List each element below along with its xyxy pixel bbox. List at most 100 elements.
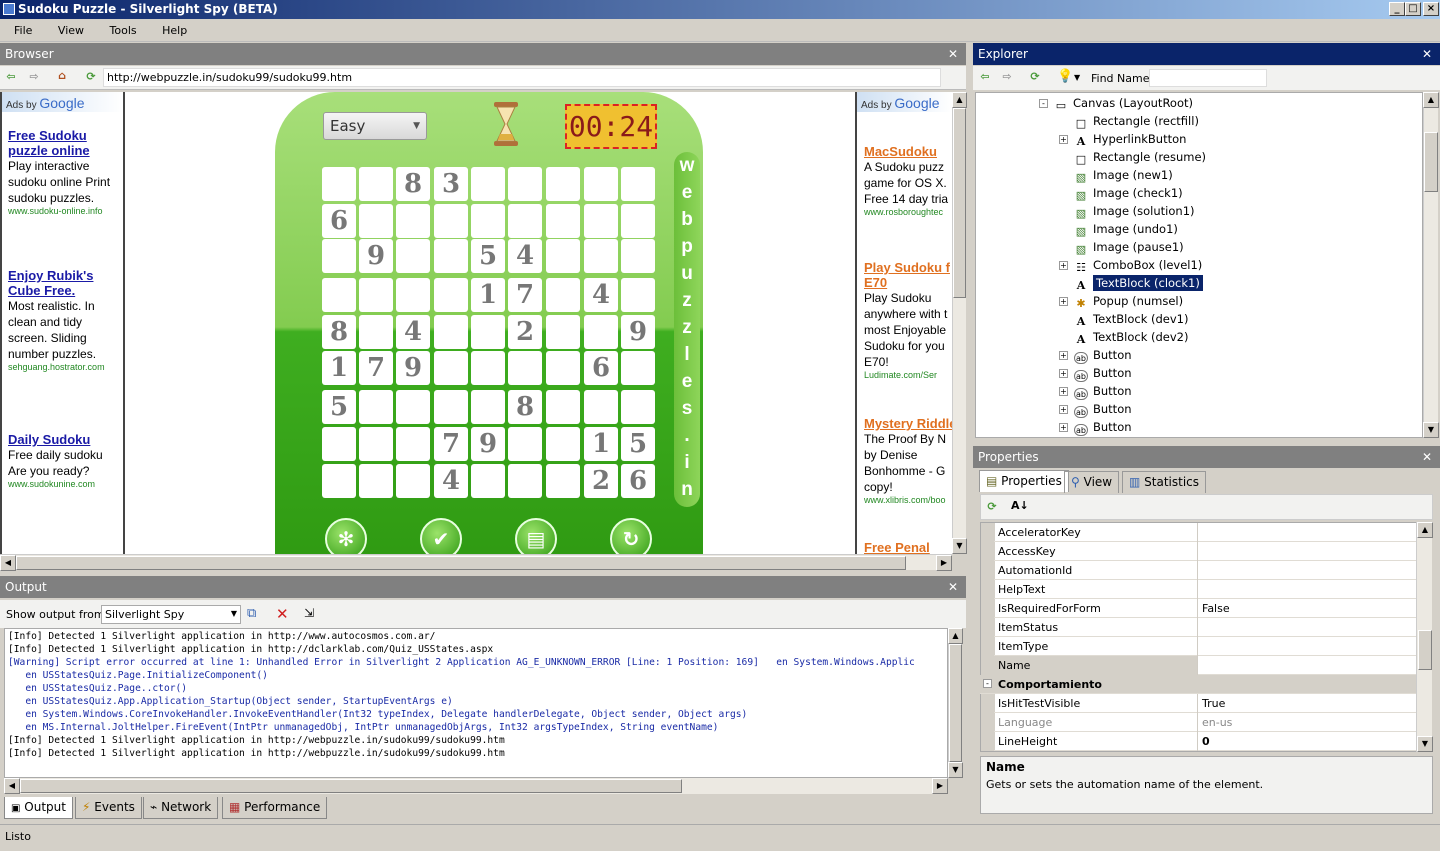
scroll-thumb[interactable] <box>953 108 966 298</box>
sudoku-cell[interactable] <box>322 239 356 273</box>
output-vertical-scrollbar[interactable]: ▲ ▼ <box>948 628 963 778</box>
output-source-select[interactable]: Silverlight Spy ▼ <box>101 605 241 624</box>
expand-icon[interactable]: + <box>1059 405 1068 414</box>
close-icon[interactable]: ✕ <box>948 43 958 65</box>
sudoku-cell[interactable] <box>359 278 393 312</box>
scroll-down-icon[interactable]: ▼ <box>1417 736 1433 752</box>
refresh-icon[interactable]: ⟳ <box>83 70 99 83</box>
properties-vertical-scrollbar[interactable]: ▲ ▼ <box>1416 522 1433 752</box>
property-row[interactable]: LineHeight 0 <box>994 732 1416 751</box>
tree-item[interactable]: □ Rectangle (rectfill) <box>1074 112 1199 130</box>
sudoku-cell[interactable] <box>621 390 655 424</box>
menu-help[interactable]: Help <box>154 20 195 37</box>
scroll-left-icon[interactable]: ◀ <box>4 778 20 794</box>
scroll-down-icon[interactable]: ▼ <box>948 762 963 778</box>
sudoku-cell[interactable]: 4 <box>434 464 468 498</box>
scroll-up-icon[interactable]: ▲ <box>1417 522 1433 538</box>
tree-item[interactable]: A TextBlock (dev1) <box>1074 310 1189 328</box>
sudoku-cell[interactable] <box>471 351 505 385</box>
expand-icon[interactable]: + <box>1059 387 1068 396</box>
sudoku-cell[interactable] <box>359 204 393 238</box>
tree-item[interactable]: A TextBlock (dev2) <box>1074 328 1189 346</box>
tree-item[interactable]: ab Button <box>1074 364 1132 382</box>
forward-icon[interactable]: ⇨ <box>999 70 1015 83</box>
sudoku-cell[interactable]: 9 <box>471 427 505 461</box>
sudoku-cell[interactable]: 1 <box>471 278 505 312</box>
sudoku-cell[interactable] <box>322 278 356 312</box>
property-row[interactable]: AccessKey <box>994 542 1416 561</box>
ad-url[interactable]: www.sudokunine.com <box>8 479 123 489</box>
tab-properties[interactable]: ▤ Properties <box>979 470 1069 492</box>
sudoku-cell[interactable] <box>396 239 430 273</box>
expand-icon[interactable]: + <box>1059 297 1068 306</box>
tree-item[interactable]: ab Button <box>1074 382 1132 400</box>
sudoku-cell[interactable]: 1 <box>322 351 356 385</box>
scroll-down-icon[interactable]: ▼ <box>1423 422 1439 438</box>
sudoku-cell[interactable]: 5 <box>471 239 505 273</box>
ad-title[interactable]: Mystery Riddle <box>864 416 952 431</box>
sudoku-cell[interactable]: 5 <box>621 427 655 461</box>
ad-title[interactable]: Enjoy Rubik's Cube Free. <box>8 268 123 298</box>
scroll-thumb[interactable] <box>1424 132 1438 192</box>
sudoku-cell[interactable]: 9 <box>621 315 655 349</box>
tab-output[interactable]: ▣ Output <box>4 797 73 819</box>
collapse-icon[interactable]: - <box>1039 99 1048 108</box>
sudoku-cell[interactable]: 2 <box>508 315 542 349</box>
sudoku-cell[interactable] <box>584 239 618 273</box>
sudoku-cell[interactable]: 2 <box>584 464 618 498</box>
sudoku-cell[interactable]: 6 <box>322 204 356 238</box>
property-value[interactable]: True <box>1202 694 1225 713</box>
sudoku-cell[interactable]: 8 <box>508 390 542 424</box>
tree-item[interactable]: ▧ Image (solution1) <box>1074 202 1195 220</box>
ad-title[interactable]: Free Penal <box>864 540 952 554</box>
tab-statistics[interactable]: ▥ Statistics <box>1122 471 1207 493</box>
sudoku-cell[interactable]: 7 <box>508 278 542 312</box>
back-icon[interactable]: ⇦ <box>977 70 993 83</box>
sudoku-cell[interactable]: 8 <box>322 315 356 349</box>
browser-vertical-scrollbar[interactable]: ▲ ▼ <box>952 92 967 554</box>
scroll-thumb[interactable] <box>20 779 682 793</box>
minimize-button[interactable]: _ <box>1389 2 1405 16</box>
close-icon[interactable]: ✕ <box>1422 43 1432 65</box>
refresh-icon[interactable]: ⟳ <box>984 500 1000 513</box>
ad-url[interactable]: Ludimate.com/Ser <box>864 370 952 380</box>
scroll-left-icon[interactable]: ◀ <box>0 555 16 571</box>
tab-network[interactable]: ⌁ Network <box>143 797 219 819</box>
sudoku-cell[interactable] <box>508 464 542 498</box>
tab-view[interactable]: ⚲ View <box>1064 471 1120 493</box>
menu-file[interactable]: File <box>6 20 40 37</box>
wrap-icon[interactable]: ⇲ <box>304 606 314 620</box>
sudoku-cell[interactable] <box>471 167 505 201</box>
scroll-thumb[interactable] <box>16 556 906 570</box>
sudoku-cell[interactable] <box>396 427 430 461</box>
sudoku-cell[interactable]: 4 <box>584 278 618 312</box>
chevron-down-icon[interactable]: ▼ <box>1074 73 1080 82</box>
menu-tools[interactable]: Tools <box>102 20 145 37</box>
sudoku-cell[interactable] <box>546 167 580 201</box>
sudoku-cell[interactable]: 6 <box>584 351 618 385</box>
sudoku-cell[interactable] <box>471 390 505 424</box>
sudoku-cell[interactable] <box>546 464 580 498</box>
sudoku-cell[interactable] <box>546 204 580 238</box>
property-value[interactable]: 0 <box>1202 732 1210 751</box>
sudoku-cell[interactable] <box>546 351 580 385</box>
expand-icon[interactable]: + <box>1059 351 1068 360</box>
property-row[interactable]: HelpText <box>994 580 1416 599</box>
collapse-icon[interactable]: - <box>983 679 992 688</box>
expand-icon[interactable]: + <box>1059 423 1068 432</box>
ad-title[interactable]: MacSudoku <box>864 144 952 159</box>
tree-item[interactable]: ab Button <box>1074 346 1132 364</box>
sudoku-cell[interactable] <box>396 278 430 312</box>
sudoku-cell[interactable] <box>322 464 356 498</box>
sudoku-cell[interactable]: 9 <box>396 351 430 385</box>
browser-horizontal-scrollbar[interactable]: ◀ ▶ <box>0 554 952 571</box>
sudoku-cell[interactable] <box>434 278 468 312</box>
close-button[interactable]: × <box>1423 2 1439 16</box>
scroll-up-icon[interactable]: ▲ <box>1423 92 1439 108</box>
ads-by-google[interactable]: Ads by Google <box>857 92 952 112</box>
sudoku-cell[interactable] <box>584 315 618 349</box>
sudoku-cell[interactable] <box>546 315 580 349</box>
difficulty-combobox[interactable]: Easy ▼ <box>323 112 427 140</box>
sudoku-cell[interactable] <box>508 351 542 385</box>
sudoku-cell[interactable] <box>546 427 580 461</box>
